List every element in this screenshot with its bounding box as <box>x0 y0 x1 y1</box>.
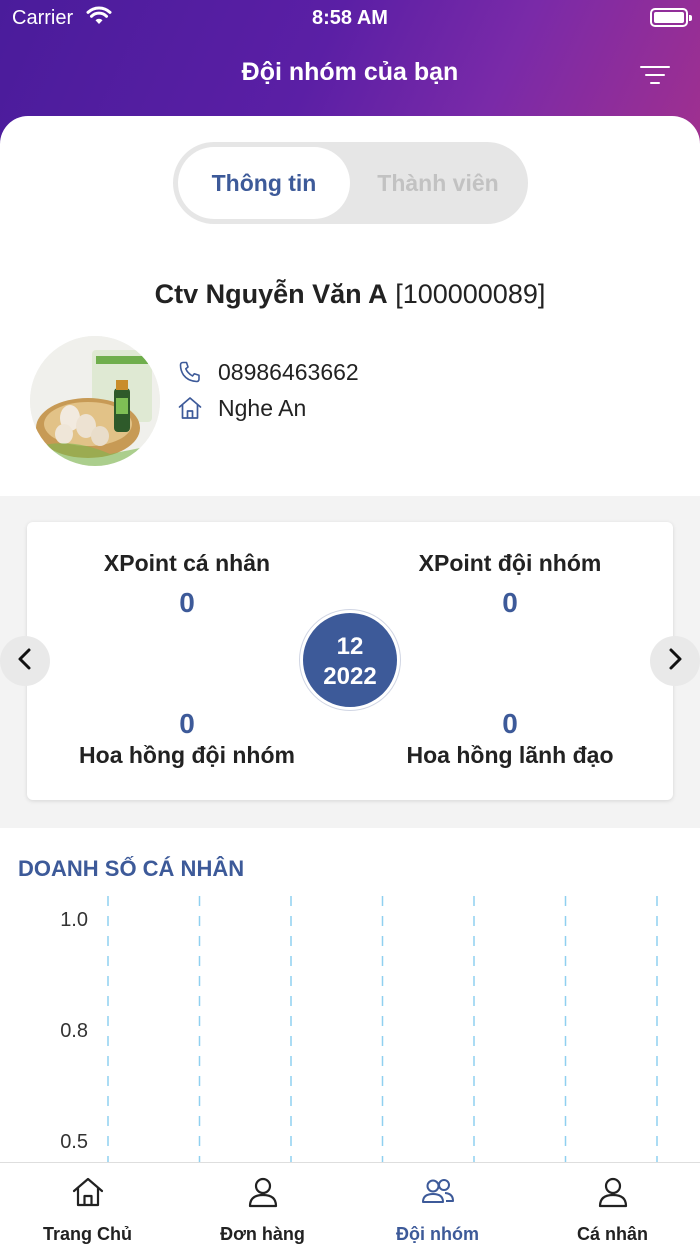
tab-team-label: Đội nhóm <box>396 1224 479 1244</box>
status-bar: Carrier 8:58 AM <box>0 0 700 36</box>
tab-info[interactable]: Thông tin <box>178 147 350 219</box>
y-tick-label: 1.0 <box>60 909 88 931</box>
group-icon <box>350 1175 525 1211</box>
previous-period-button[interactable] <box>0 636 50 686</box>
sales-chart: 1.0 0.8 0.5 <box>60 896 658 1162</box>
phone-number: 08986463662 <box>218 358 359 385</box>
team-xpoint: XPoint đội nhóm 0 <box>360 550 660 619</box>
tab-orders-label: Đơn hàng <box>220 1224 305 1244</box>
status-time: 8:58 AM <box>312 7 388 29</box>
user-name-line: Ctv Nguyễn Văn A [100000089] <box>0 279 700 310</box>
home-icon <box>0 1175 175 1211</box>
leader-commission-label: Hoa hồng lãnh đạo <box>406 742 614 768</box>
team-xpoint-label: XPoint đội nhóm <box>418 550 602 576</box>
tab-profile-label: Cá nhân <box>576 1224 648 1244</box>
period-month: 12 <box>336 633 364 660</box>
home-icon <box>176 394 204 422</box>
chevron-right-icon <box>665 647 685 676</box>
avatar <box>30 336 160 466</box>
team-commission-value: 0 <box>179 708 195 739</box>
tab-members[interactable]: Thành viên <box>353 147 523 219</box>
user-name: Ctv Nguyễn Văn A <box>154 279 388 309</box>
chart-title: DOANH SỐ CÁ NHÂN <box>18 856 245 881</box>
user-id: [100000089] <box>395 279 546 309</box>
period-badge[interactable]: 12 2022 <box>300 610 400 710</box>
team-xpoint-value: 0 <box>502 587 518 618</box>
team-commission: 0 Hoa hồng đội nhóm <box>37 708 337 769</box>
person-icon <box>525 1175 700 1211</box>
phone-row: 08986463662 <box>176 358 359 386</box>
person-icon <box>175 1175 350 1211</box>
leader-commission-value: 0 <box>502 708 518 739</box>
next-period-button[interactable] <box>650 636 700 686</box>
team-commission-label: Hoa hồng đội nhóm <box>79 742 295 768</box>
personal-xpoint-value: 0 <box>179 587 195 618</box>
stats-card: XPoint cá nhân 0 XPoint đội nhóm 0 0 Hoa… <box>27 522 673 800</box>
period-year: 2022 <box>323 663 377 690</box>
segmented-control: Thông tin Thành viên <box>173 142 528 224</box>
tab-orders[interactable]: Đơn hàng <box>175 1163 350 1244</box>
tab-home-label: Trang Chủ <box>43 1224 132 1244</box>
page-title: Đội nhóm của bạn <box>241 58 459 86</box>
address-row: Nghe An <box>176 394 306 422</box>
content-panel: Thông tin Thành viên Ctv Nguyễn Văn A [1… <box>0 116 700 1162</box>
personal-xpoint: XPoint cá nhân 0 <box>37 550 337 619</box>
chevron-left-icon <box>15 647 35 676</box>
tab-profile[interactable]: Cá nhân <box>525 1163 700 1244</box>
y-tick-label: 0.5 <box>60 1131 88 1153</box>
y-tick-label: 0.8 <box>60 1020 88 1042</box>
personal-xpoint-label: XPoint cá nhân <box>103 550 271 576</box>
phone-icon <box>176 358 204 386</box>
tab-bar: Trang Chủ Đơn hàng Đội nhóm Cá nhân <box>0 1162 700 1244</box>
tab-home[interactable]: Trang Chủ <box>0 1163 175 1244</box>
filter-icon[interactable] <box>640 62 674 88</box>
address-text: Nghe An <box>218 394 307 421</box>
leader-commission: 0 Hoa hồng lãnh đạo <box>360 708 660 769</box>
tab-team[interactable]: Đội nhóm <box>350 1163 525 1244</box>
battery-icon <box>650 8 692 27</box>
